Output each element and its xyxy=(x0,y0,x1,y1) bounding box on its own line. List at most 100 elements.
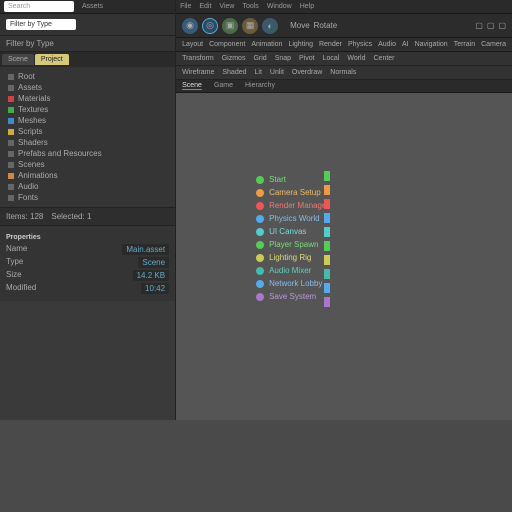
tree-icon xyxy=(8,85,14,91)
canvas-tab[interactable]: Hierarchy xyxy=(245,82,275,90)
tool-scale-icon[interactable]: ▣ xyxy=(222,18,238,34)
ribbon-item[interactable]: Render xyxy=(319,41,342,48)
legend-item[interactable]: Audio Mixer xyxy=(256,264,329,277)
subbar-item[interactable]: Shaded xyxy=(222,69,246,76)
tree-item[interactable]: Shaders xyxy=(8,137,167,148)
tree-item[interactable]: Root xyxy=(8,71,167,82)
tab-project[interactable]: Project xyxy=(35,54,69,65)
tree-label: Animations xyxy=(18,171,58,180)
ribbon-item[interactable]: Component xyxy=(209,41,245,48)
menu-help[interactable]: Help xyxy=(300,3,314,10)
subbar-item[interactable]: Overdraw xyxy=(292,69,322,76)
tree-label: Audio xyxy=(18,182,38,191)
legend-label: Start xyxy=(269,175,286,184)
legend-dot-icon xyxy=(256,176,264,184)
tree-label: Scenes xyxy=(18,160,45,169)
ribbon-item[interactable]: Physics xyxy=(348,41,372,48)
menu-view[interactable]: View xyxy=(219,3,234,10)
tree-item[interactable]: Materials xyxy=(8,93,167,104)
legend-label: Player Spawn xyxy=(269,240,318,249)
tool-move-icon[interactable]: ◉ xyxy=(182,18,198,34)
tree-item[interactable]: Assets xyxy=(8,82,167,93)
prop-value: Main.asset xyxy=(122,244,169,255)
props-header: Properties xyxy=(6,232,169,243)
tree-label: Scripts xyxy=(18,127,42,136)
legend-bar-icon xyxy=(324,199,330,209)
canvas-tab[interactable]: Scene xyxy=(182,82,202,90)
tool-rotate-icon[interactable]: ◎ xyxy=(202,18,218,34)
ribbon-item[interactable]: Camera xyxy=(481,41,506,48)
legend-dot-icon xyxy=(256,189,264,197)
legend-item[interactable]: Physics World xyxy=(256,212,329,225)
ribbon-item[interactable]: Audio xyxy=(378,41,396,48)
tree-label: Prefabs and Resources xyxy=(18,149,102,158)
menu-window[interactable]: Window xyxy=(267,3,292,10)
tree-item[interactable]: Meshes xyxy=(8,115,167,126)
legend-dot-icon xyxy=(256,202,264,210)
prop-value: 10:42 xyxy=(141,283,169,294)
legend-bar-icon xyxy=(324,227,330,237)
tree-item[interactable]: Audio xyxy=(8,181,167,192)
menu-file[interactable]: File xyxy=(180,3,191,10)
subbar-item[interactable]: Snap xyxy=(275,55,291,62)
ribbon-item[interactable]: Animation xyxy=(251,41,282,48)
tree-label: Meshes xyxy=(18,116,46,125)
tool-play-icon[interactable]: ◐ xyxy=(262,18,278,34)
ribbon-item[interactable]: Lighting xyxy=(288,41,313,48)
subbar-item[interactable]: Lit xyxy=(255,69,262,76)
subbar-item[interactable]: Unlit xyxy=(270,69,284,76)
legend-item[interactable]: Player Spawn xyxy=(256,238,329,251)
sidebar-tabs-section: Filter by Type xyxy=(0,14,175,36)
legend-bar-icon xyxy=(324,185,330,195)
subbar-item[interactable]: Center xyxy=(374,55,395,62)
subbar-item[interactable]: Transform xyxy=(182,55,214,62)
ribbon-item[interactable]: Navigation xyxy=(415,41,448,48)
subbar-item[interactable]: Grid xyxy=(253,55,266,62)
subbar-item[interactable]: Pivot xyxy=(299,55,315,62)
toolbar-btn[interactable]: ▢ xyxy=(475,21,483,30)
canvas-tab[interactable]: Game xyxy=(214,82,233,90)
tab-scene[interactable]: Scene xyxy=(2,54,34,65)
tree-icon xyxy=(8,118,14,124)
subbar-item[interactable]: Normals xyxy=(330,69,356,76)
subbar-item[interactable]: Wireframe xyxy=(182,69,214,76)
search-input[interactable]: Search xyxy=(4,1,74,12)
subbar-1: Transform Gizmos Grid Snap Pivot Local World Ce… xyxy=(176,52,512,66)
menu-tools[interactable]: Tools xyxy=(242,3,258,10)
legend-label: Audio Mixer xyxy=(269,266,311,275)
ribbon-item[interactable]: AI xyxy=(402,41,409,48)
tree-label: Shaders xyxy=(18,138,48,147)
toolbar-label: Rotate xyxy=(314,21,338,30)
legend-item[interactable]: Render Manager xyxy=(256,199,329,212)
tree-item[interactable]: Prefabs and Resources xyxy=(8,148,167,159)
menu-edit[interactable]: Edit xyxy=(199,3,211,10)
legend-item[interactable]: Start xyxy=(256,173,329,186)
sidebar-stats: Items: 128 Selected: 1 xyxy=(0,207,175,225)
ribbon-item[interactable]: Terrain xyxy=(454,41,475,48)
tree-icon xyxy=(8,107,14,113)
prop-row: Modified 10:42 xyxy=(6,282,169,295)
tree-icon xyxy=(8,129,14,135)
tree-item[interactable]: Scripts xyxy=(8,126,167,137)
legend-item[interactable]: UI Canvas xyxy=(256,225,329,238)
legend-item[interactable]: Lighting Rig xyxy=(256,251,329,264)
legend-dot-icon xyxy=(256,280,264,288)
ribbon-item[interactable]: Layout xyxy=(182,41,203,48)
legend-item[interactable]: Save System xyxy=(256,290,329,303)
tool-snap-icon[interactable]: ▦ xyxy=(242,18,258,34)
viewport-canvas[interactable]: Start Camera SetupRender ManagerPhysics W… xyxy=(176,93,512,420)
legend-item[interactable]: Network Lobby xyxy=(256,277,329,290)
tree-item[interactable]: Textures xyxy=(8,104,167,115)
tree-icon xyxy=(8,140,14,146)
toolbar-btn[interactable]: ▢ xyxy=(498,21,506,30)
prop-key: Modified xyxy=(6,283,36,294)
tree-item[interactable]: Animations xyxy=(8,170,167,181)
filter-input[interactable]: Filter by Type xyxy=(6,19,76,30)
subbar-item[interactable]: Gizmos xyxy=(222,55,246,62)
tree-item[interactable]: Scenes xyxy=(8,159,167,170)
subbar-item[interactable]: Local xyxy=(323,55,340,62)
tree-item[interactable]: Fonts xyxy=(8,192,167,203)
toolbar-btn[interactable]: ▢ xyxy=(487,21,495,30)
legend-item[interactable]: Camera Setup xyxy=(256,186,329,199)
subbar-item[interactable]: World xyxy=(347,55,365,62)
